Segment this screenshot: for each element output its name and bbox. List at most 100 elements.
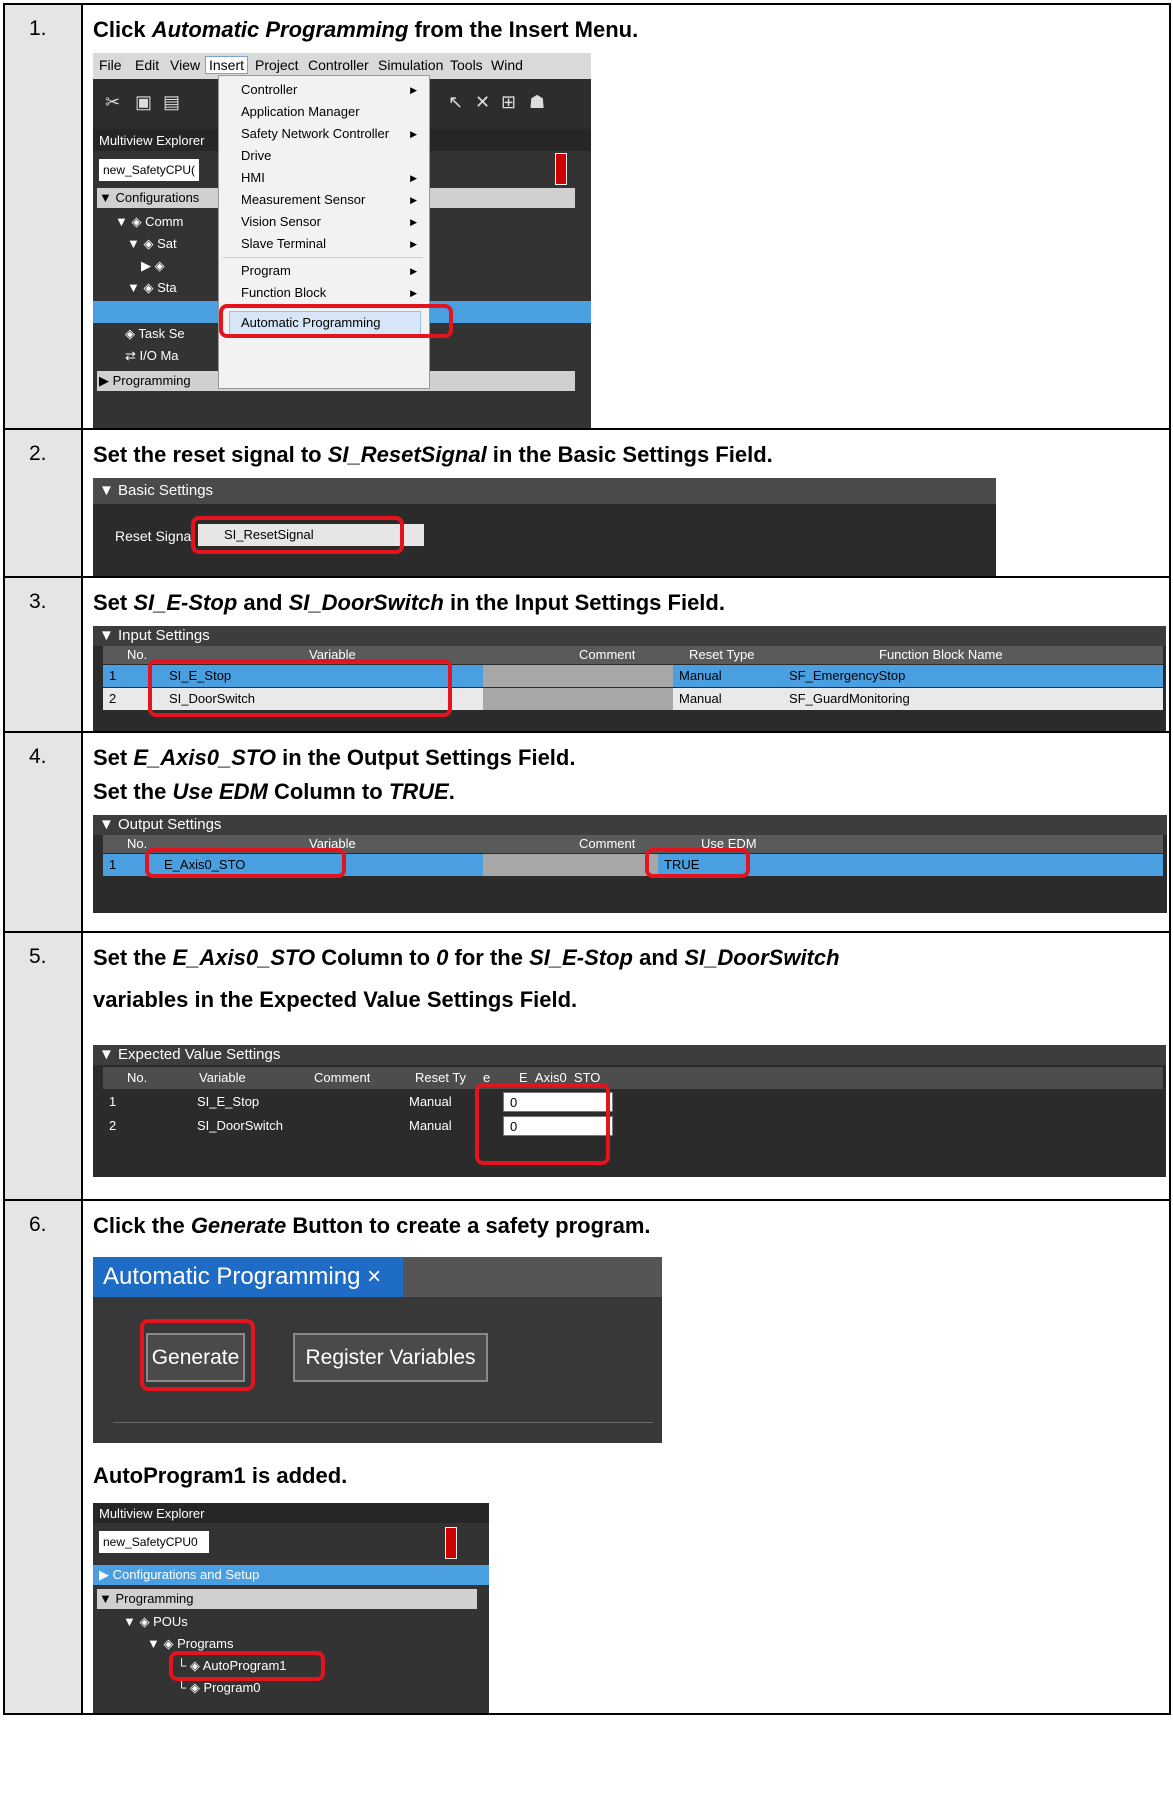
tool-icon[interactable]: ✕	[475, 92, 490, 113]
panel-header[interactable]: ▼ Output Settings	[93, 815, 1167, 835]
menu-view[interactable]: View	[170, 57, 200, 73]
register-variables-button[interactable]: Register Variables	[293, 1333, 488, 1382]
cut-icon[interactable]: ✂	[105, 92, 120, 113]
highlight-box	[169, 1651, 325, 1681]
cell	[303, 1091, 403, 1113]
cell: SI_DoorSwitch	[197, 1118, 283, 1133]
submenu-arrow-icon: ▶	[410, 239, 417, 249]
cell: 2	[109, 1118, 117, 1133]
table-row[interactable]: 1 SI_E_Stop Manual 0	[103, 1091, 1163, 1113]
tree-pous[interactable]: ▼ ◈ POUs	[123, 1611, 188, 1633]
step-instruction: Set E_Axis0_STO in the Output Settings F…	[93, 745, 576, 770]
step-row-1: 1. Click Automatic Programming from the …	[3, 3, 1171, 430]
menu-simulation[interactable]: Simulation	[378, 57, 443, 73]
cell[interactable]: Manual	[673, 688, 783, 710]
step-instruction: variables in the Expected Value Settings…	[93, 987, 578, 1012]
highlight-box	[219, 304, 453, 338]
step-instruction: Set SI_E-Stop and SI_DoorSwitch in the I…	[93, 590, 725, 615]
highlight-box	[140, 1319, 255, 1391]
tree-io-map[interactable]: ⇄ I/O Ma	[125, 345, 179, 367]
column-header: Function Block Name	[879, 647, 1003, 662]
column-header: Reset Type	[689, 647, 755, 662]
controller-select[interactable]: new_SafetyCPU0	[99, 1531, 209, 1553]
step-body: Set the reset signal to SI_ResetSignal i…	[81, 428, 1171, 578]
tree-item[interactable]: ▼ ◈ Comm	[115, 211, 183, 233]
automatic-programming-screenshot: Automatic Programming × Generate Registe…	[93, 1257, 662, 1443]
tree-configurations[interactable]: ▼ Configurations	[99, 187, 199, 209]
menu-item-vision-sensor[interactable]: Vision Sensor	[241, 211, 321, 233]
paste-icon[interactable]: ▤	[163, 92, 180, 113]
result-text: AutoProgram1 is added.	[93, 1463, 348, 1488]
highlight-box	[145, 848, 346, 878]
tree-programming[interactable]: ▶ Programming	[99, 370, 191, 392]
binoculars-icon[interactable]: ☗	[529, 92, 545, 113]
table-row[interactable]: 2 SI_DoorSwitch Manual 0	[103, 1115, 1163, 1137]
cell[interactable]	[483, 688, 673, 710]
step-row-2: 2. Set the reset signal to SI_ResetSigna…	[3, 428, 1171, 578]
cell: 1	[109, 668, 117, 683]
cell[interactable]	[483, 665, 673, 687]
highlight-box	[191, 516, 404, 554]
menu-insert[interactable]: Insert	[205, 56, 249, 74]
copy-icon[interactable]: ▣	[135, 92, 152, 113]
panel-header[interactable]: ▼ Basic Settings	[93, 478, 996, 504]
cell: Manual	[409, 1094, 452, 1109]
menu-tools[interactable]: Tools	[450, 57, 483, 73]
tree-programming[interactable]: ▼ Programming	[99, 1588, 194, 1610]
grid-header: No. Variable Comment Reset Ty e E_Axis0_…	[103, 1067, 1163, 1089]
column-header: Variable	[199, 1070, 246, 1085]
cell: 1	[109, 1094, 117, 1109]
tree-item[interactable]: ▼ ◈ Sat	[127, 233, 177, 255]
explorer-title: Multiview Explorer	[99, 1506, 205, 1521]
menu-file[interactable]: File	[99, 57, 122, 73]
tree-task-settings[interactable]: ◈ Task Se	[125, 323, 185, 345]
menu-item-hmi[interactable]: HMI	[241, 167, 265, 189]
step-body: Set E_Axis0_STO in the Output Settings F…	[81, 731, 1171, 933]
menu-item-slave-terminal[interactable]: Slave Terminal	[241, 233, 326, 255]
step-number: 2.	[3, 428, 83, 578]
expected-value-settings-screenshot: ▼ Expected Value Settings No. Variable C…	[93, 1045, 1166, 1177]
step-instruction: Set the Use EDM Column to TRUE.	[93, 779, 455, 804]
cell[interactable]: Manual	[673, 665, 783, 687]
step-instruction: Set the reset signal to SI_ResetSignal i…	[93, 442, 773, 467]
menu-item-measurement-sensor[interactable]: Measurement Sensor	[241, 189, 365, 211]
menu-item-safety-network-controller[interactable]: Safety Network Controller	[241, 123, 389, 145]
submenu-arrow-icon: ▶	[410, 195, 417, 205]
step-instruction: Set the E_Axis0_STO Column to 0 for the …	[93, 945, 840, 970]
step-body: Click the Generate Button to create a sa…	[81, 1199, 1171, 1715]
panel-header[interactable]: ▼ Input Settings	[93, 626, 1166, 646]
panel-header[interactable]: ▼ Expected Value Settings	[93, 1045, 1166, 1065]
step-number: 5.	[3, 931, 83, 1201]
insert-menu-dropdown: Controller ▶ Application Manager Safety N…	[218, 75, 430, 389]
step-row-3: 3. Set SI_E-Stop and SI_DoorSwitch in th…	[3, 576, 1171, 733]
menu-item-drive[interactable]: Drive	[241, 145, 271, 167]
menu-project[interactable]: Project	[255, 57, 299, 73]
menu-item-application-manager[interactable]: Application Manager	[241, 101, 360, 123]
menu-item-function-block[interactable]: Function Block	[241, 282, 326, 304]
tab-automatic-programming[interactable]: Automatic Programming ×	[93, 1257, 403, 1297]
tool-icon[interactable]: ⊞	[501, 92, 516, 113]
step-number: 6.	[3, 1199, 83, 1715]
tree-configurations[interactable]: ▶ Configurations and Setup	[99, 1564, 259, 1586]
explorer-result-screenshot: Multiview Explorer new_SafetyCPU0 ▶ Conf…	[93, 1503, 489, 1713]
status-indicator	[555, 153, 567, 185]
menu-controller[interactable]: Controller	[308, 57, 369, 73]
submenu-arrow-icon: ▶	[410, 288, 417, 298]
menu-edit[interactable]: Edit	[135, 57, 159, 73]
cell[interactable]: SF_GuardMonitoring	[783, 688, 1083, 710]
column-header: No.	[127, 1070, 148, 1085]
step-instruction: Click the Generate Button to create a sa…	[93, 1213, 651, 1238]
step-number: 3.	[3, 576, 83, 733]
highlight-box	[475, 1083, 610, 1165]
menu-window[interactable]: Wind	[491, 57, 523, 73]
close-icon[interactable]: ×	[367, 1263, 381, 1290]
controller-select[interactable]: new_SafetyCPU(	[99, 159, 199, 181]
menu-item-program[interactable]: Program	[241, 260, 291, 282]
cell[interactable]	[483, 854, 658, 876]
menu-item-controller[interactable]: Controller	[241, 79, 297, 101]
document-page: 1. Click Automatic Programming from the …	[0, 0, 1173, 1814]
tree-item[interactable]: ▼ ◈ Sta	[127, 277, 177, 299]
tool-icon[interactable]: ↖	[448, 92, 463, 113]
cell[interactable]: SF_EmergencyStop	[783, 665, 1083, 687]
tree-item[interactable]: ▶ ◈	[141, 255, 165, 277]
